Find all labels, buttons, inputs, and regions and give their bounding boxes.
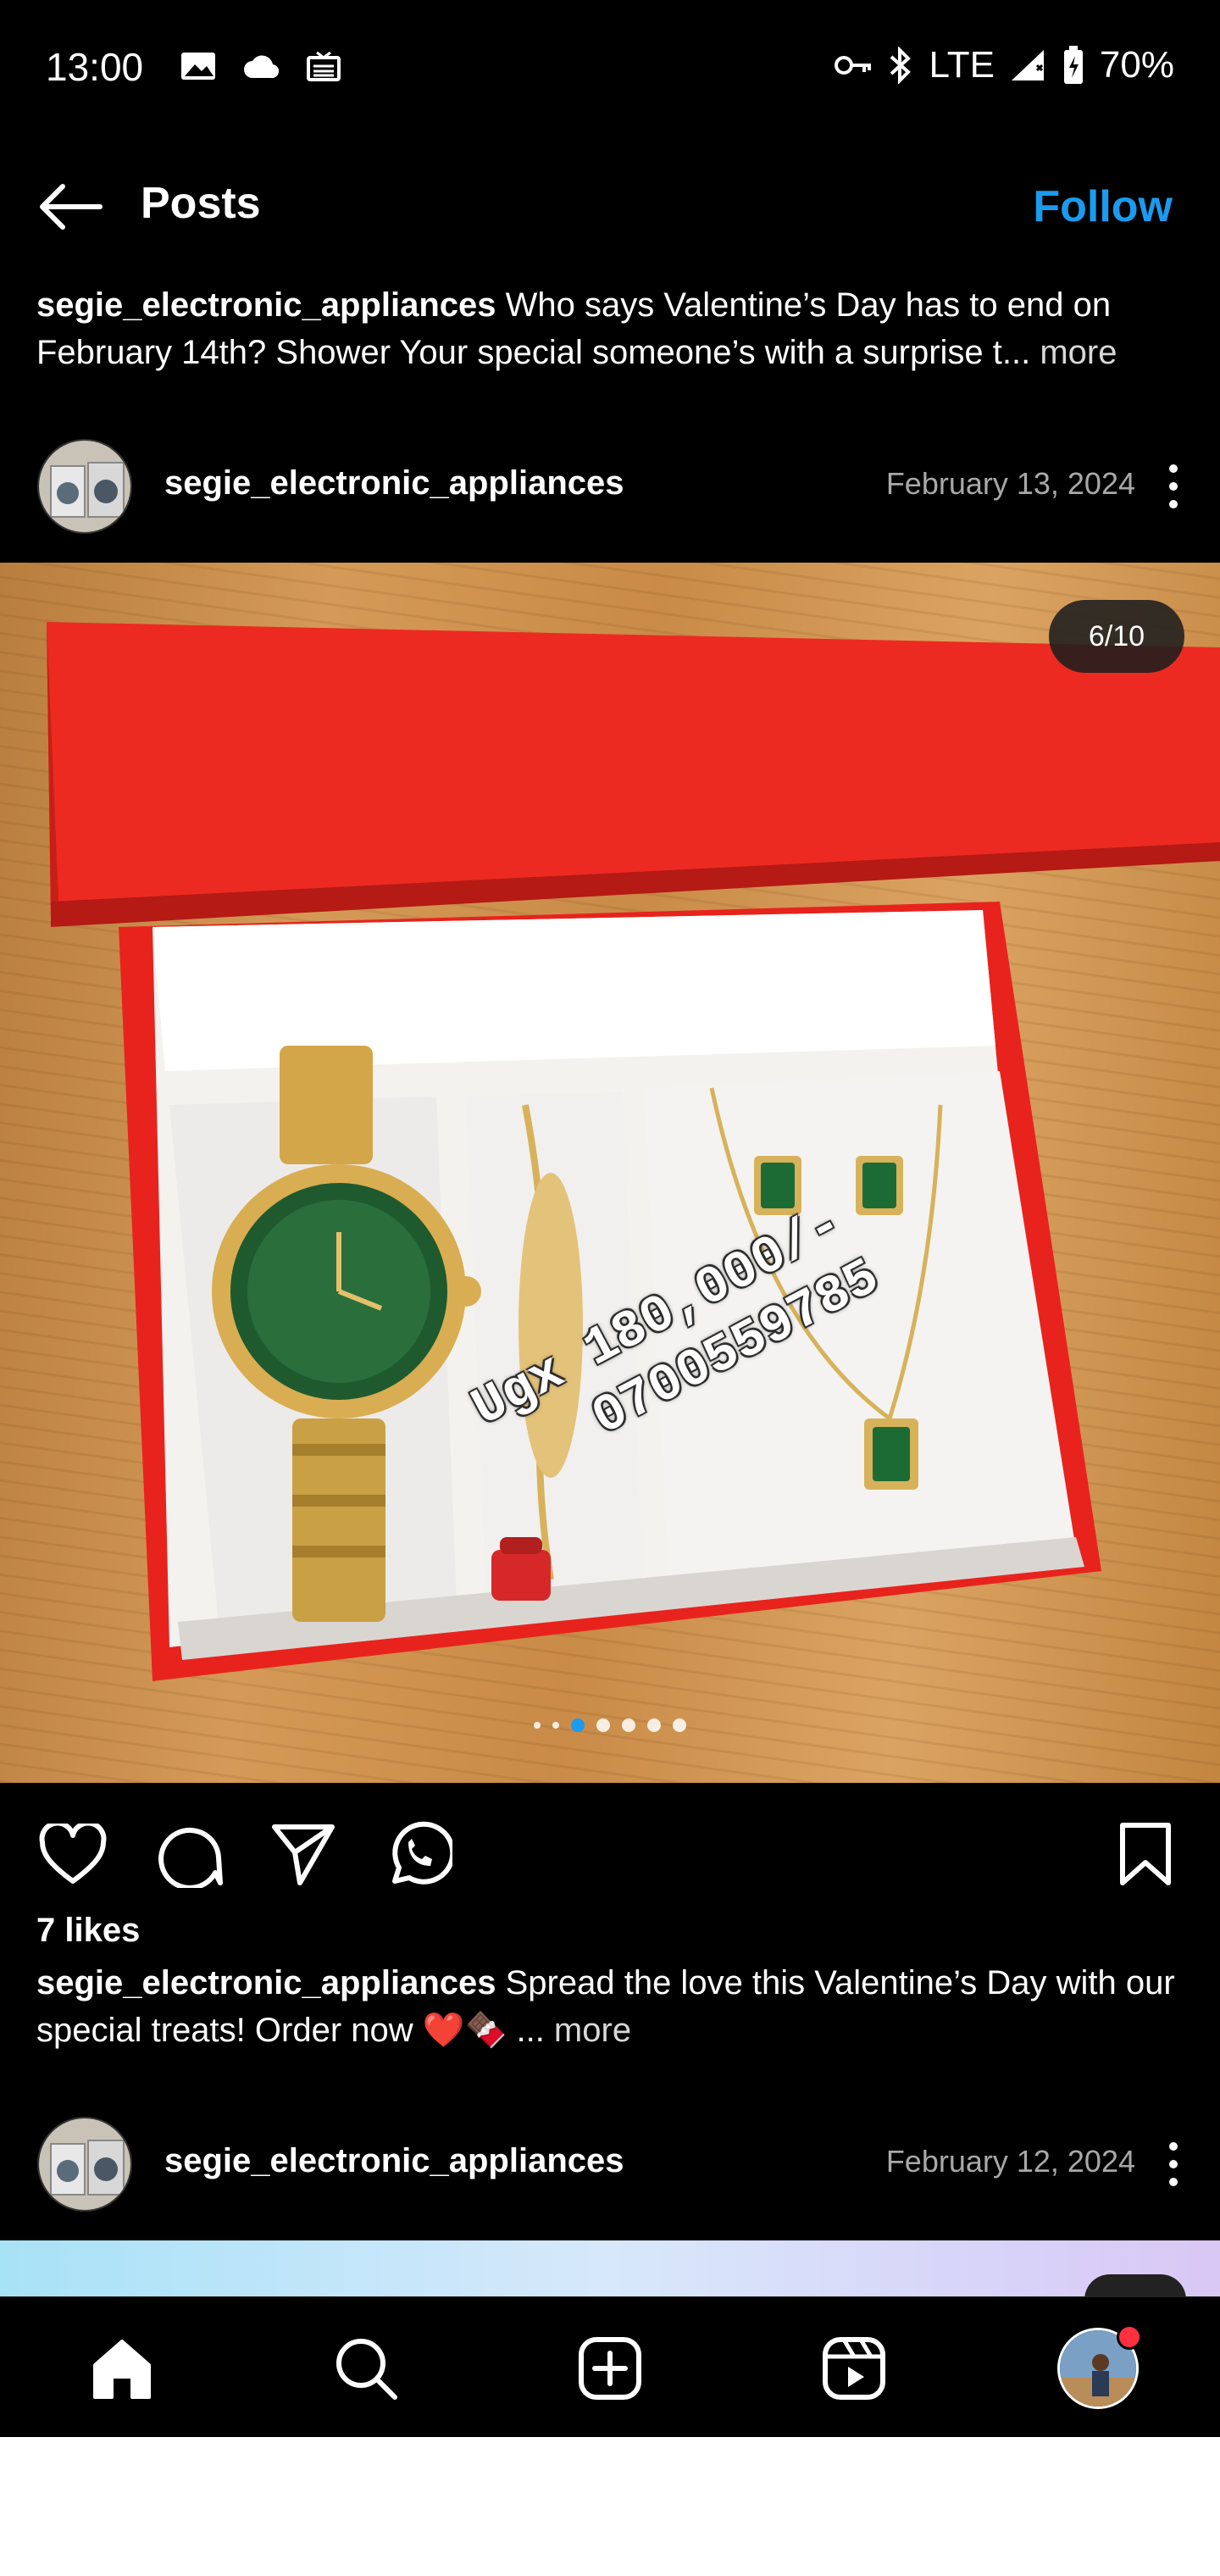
avatar[interactable] (37, 2117, 132, 2212)
caption-more-link[interactable]: more (545, 2012, 631, 2049)
gift-box-illustration (47, 622, 1220, 1681)
profile-avatar[interactable] (1057, 2324, 1142, 2409)
search-icon[interactable] (325, 2328, 407, 2409)
post-username[interactable]: segie_electronic_appliances (164, 464, 624, 502)
post-image-carousel[interactable]: Ugx 180,000/- 0700559785 6/10 (0, 563, 1220, 1783)
whatsapp-icon[interactable] (383, 1818, 454, 1890)
carousel-dot (552, 1722, 559, 1729)
more-options-icon[interactable] (1152, 454, 1195, 519)
follow-button[interactable]: Follow (1033, 181, 1173, 232)
back-arrow-icon[interactable] (34, 171, 105, 242)
caption-more-link[interactable]: more (1030, 334, 1117, 371)
home-icon[interactable] (81, 2328, 163, 2409)
reels-icon[interactable] (813, 2328, 895, 2409)
carousel-dot (647, 1718, 661, 1732)
top-navigation: Posts Follow (0, 161, 1220, 246)
create-icon[interactable] (569, 2328, 651, 2409)
gallery-icon (180, 51, 217, 86)
like-count[interactable]: 7 likes (36, 1912, 140, 1950)
post-header: segie_electronic_appliances February 13,… (0, 436, 1220, 537)
cast-icon (305, 49, 342, 87)
comment-icon[interactable] (154, 1818, 225, 1890)
more-options-icon[interactable] (1152, 2132, 1195, 2196)
carousel-dots (0, 1718, 1220, 1732)
carousel-dot (534, 1722, 541, 1729)
previous-post-caption[interactable]: segie_electronic_appliances Who says Val… (36, 281, 1189, 376)
share-send-icon[interactable] (268, 1818, 339, 1890)
status-notification-icons (180, 49, 342, 87)
avatar[interactable] (37, 439, 132, 534)
carousel-dot (673, 1718, 686, 1732)
status-system-icons: LTE 70% (834, 44, 1174, 86)
caption-username[interactable]: segie_electronic_appliances (36, 1964, 496, 2001)
instagram-posts-screen: 13:00 LTE 70% Posts Follow segie_electro… (0, 0, 1220, 2437)
caption-username[interactable]: segie_electronic_appliances (36, 286, 496, 324)
carousel-dot (622, 1718, 635, 1732)
cloud-icon (242, 53, 280, 84)
notification-badge (1117, 2324, 1142, 2350)
next-post-header: segie_electronic_appliances February 12,… (0, 2113, 1220, 2215)
like-heart-icon[interactable] (37, 1818, 108, 1890)
carousel-dot (596, 1718, 610, 1732)
post-caption[interactable]: segie_electronic_appliances Spread the l… (36, 1959, 1189, 2054)
bottom-tab-bar (0, 2296, 1220, 2437)
page-title: Posts (141, 179, 261, 228)
carousel-dot-active (571, 1718, 585, 1732)
post-username[interactable]: segie_electronic_appliances (164, 2142, 624, 2180)
post-actions (0, 1800, 1220, 1901)
status-bar: 13:00 LTE 70% (0, 0, 1220, 136)
post-date: February 13, 2024 (885, 466, 1135, 501)
status-time: 13:00 (46, 45, 144, 89)
carousel-counter: 6/10 (1049, 600, 1184, 673)
post-date: February 12, 2024 (885, 2144, 1135, 2179)
bluetooth-icon (888, 47, 913, 84)
signal-icon (1010, 48, 1047, 82)
save-bookmark-icon[interactable] (1110, 1818, 1181, 1890)
key-icon (834, 53, 873, 77)
network-label: LTE (929, 44, 995, 86)
battery-icon (1062, 46, 1084, 85)
battery-level: 70% (1099, 44, 1174, 86)
